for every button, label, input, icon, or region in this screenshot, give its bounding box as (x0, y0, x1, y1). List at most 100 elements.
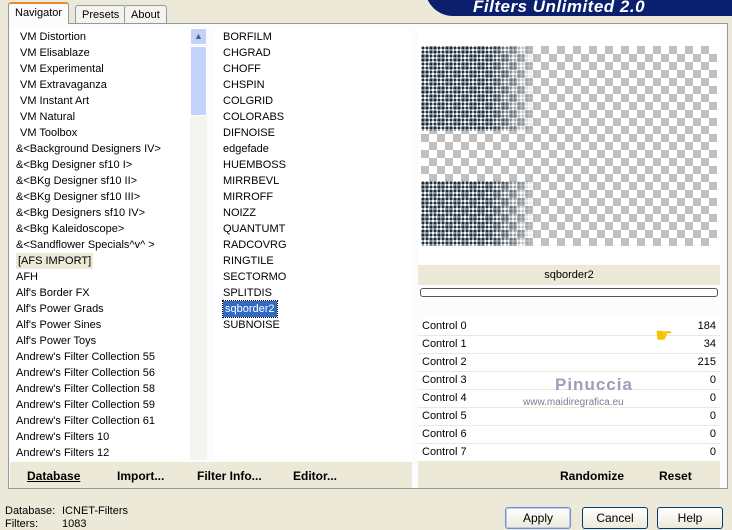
category-item[interactable]: Alf's Power Toys (10, 333, 190, 349)
category-item[interactable]: &<Bkg Kaleidoscope> (10, 221, 190, 237)
category-item[interactable]: Andrew's Filter Collection 55 (10, 349, 190, 365)
filter-item-label: RINGTILE (223, 255, 274, 267)
preview-area (418, 28, 720, 264)
category-item[interactable]: VM Experimental (10, 61, 190, 77)
category-item[interactable]: &<BKg Designer sf10 III> (10, 189, 190, 205)
category-item-label: &<Bkg Kaleidoscope> (16, 223, 125, 235)
control-slider-2[interactable]: Control 2 215 (418, 354, 720, 372)
category-item[interactable]: Andrew's Filter Collection 58 (10, 381, 190, 397)
filter-item[interactable]: RINGTILE (214, 253, 412, 269)
control-label: Control 7 (422, 446, 467, 458)
status-database-label: Database: (5, 505, 56, 517)
category-item-label: VM Extravaganza (20, 79, 107, 91)
filter-item-label: QUANTUMT (223, 223, 286, 235)
filter-item-label: HUEMBOSS (223, 159, 286, 171)
category-item[interactable]: &<Bkg Designer sf10 I> (10, 157, 190, 173)
category-scrollbar[interactable]: ▲ (190, 28, 207, 460)
control-slider-6[interactable]: Control 6 0 (418, 426, 720, 444)
reset-button[interactable]: Reset (659, 469, 692, 483)
control-label: Control 2 (422, 356, 467, 368)
filter-item[interactable]: CHOFF (214, 61, 412, 77)
filter-item[interactable]: CHSPIN (214, 77, 412, 93)
category-item[interactable]: Alf's Power Grads (10, 301, 190, 317)
category-item[interactable]: Andrew's Filters 12 (10, 445, 190, 461)
category-item-label: VM Distortion (20, 31, 87, 43)
scroll-thumb[interactable] (190, 46, 207, 116)
filter-item[interactable]: RADCOVRG (214, 237, 412, 253)
tab-presets[interactable]: Presets (75, 5, 127, 24)
filter-item-label: CHGRAD (223, 47, 271, 59)
apply-button[interactable]: Apply (505, 507, 571, 529)
category-item-label: Andrew's Filter Collection 58 (16, 383, 156, 395)
filter-item[interactable]: COLORABS (214, 109, 412, 125)
database-button[interactable]: Database (27, 469, 80, 483)
filter-item-label: edgefade (223, 143, 269, 155)
category-item[interactable]: &<Bkg Designers sf10 IV> (10, 205, 190, 221)
control-slider-0[interactable]: Control 0 184 (418, 318, 720, 336)
tab-navigator[interactable]: Navigator (8, 2, 70, 24)
category-item-label: Andrew's Filter Collection 59 (16, 399, 156, 411)
filter-item-label: SPLITDIS (223, 287, 272, 299)
category-item[interactable]: VM Extravaganza (10, 77, 190, 93)
category-item[interactable]: VM Elisablaze (10, 45, 190, 61)
category-item[interactable]: [AFS IMPORT] (10, 253, 190, 269)
category-item-label: &<Background Designers IV> (16, 143, 161, 155)
category-item[interactable]: Alf's Border FX (10, 285, 190, 301)
filter-item[interactable]: CHGRAD (214, 45, 412, 61)
control-slider-5[interactable]: Control 5 0 (418, 408, 720, 426)
category-item[interactable]: &<Background Designers IV> (10, 141, 190, 157)
control-label: Control 4 (422, 392, 467, 404)
cancel-button[interactable]: Cancel (582, 507, 648, 529)
editor-button[interactable]: Editor... (293, 469, 337, 483)
category-item[interactable]: Andrew's Filter Collection 61 (10, 413, 190, 429)
category-list[interactable]: VM Distortion VM Elisablaze VM Experimenta… (10, 29, 190, 461)
category-item-label: Andrew's Filter Collection 61 (16, 415, 156, 427)
category-item[interactable]: Andrew's Filter Collection 59 (10, 397, 190, 413)
category-item-label: VM Toolbox (20, 127, 78, 139)
category-item[interactable]: VM Instant Art (10, 93, 190, 109)
filter-item[interactable]: BORFILM (214, 29, 412, 45)
filter-item-label: BORFILM (223, 31, 272, 43)
category-item[interactable]: &<BKg Designer sf10 II> (10, 173, 190, 189)
filter-item[interactable]: edgefade (214, 141, 412, 157)
filter-item-label: sqborder2 (222, 300, 278, 318)
category-item[interactable]: Andrew's Filters 10 (10, 429, 190, 445)
tab-about[interactable]: About (124, 5, 167, 24)
filter-item[interactable]: MIRRBEVL (214, 173, 412, 189)
category-item[interactable]: AFH (10, 269, 190, 285)
category-item[interactable]: Alf's Power Sines (10, 317, 190, 333)
status-database-value: ICNET-Filters (62, 505, 128, 517)
filter-item[interactable]: MIRROFF (214, 189, 412, 205)
status-filters-label: Filters: (5, 518, 38, 530)
category-item-label: VM Natural (20, 111, 76, 123)
category-item-label: Alf's Power Grads (16, 303, 104, 315)
category-item[interactable]: VM Toolbox (10, 125, 190, 141)
filter-info-button[interactable]: Filter Info... (197, 469, 262, 483)
filter-item[interactable]: SECTORMO (214, 269, 412, 285)
filter-item[interactable]: NOIZZ (214, 205, 412, 221)
category-item[interactable]: Andrew's Filter Collection 56 (10, 365, 190, 381)
category-item-label: &<Bkg Designers sf10 IV> (16, 207, 146, 219)
category-item[interactable]: VM Distortion (10, 29, 190, 45)
help-button[interactable]: Help (657, 507, 723, 529)
category-item-label: Alf's Border FX (16, 287, 90, 299)
control-slider-1[interactable]: Control 1 34 (418, 336, 720, 354)
filter-item[interactable]: COLGRID (214, 93, 412, 109)
filter-list[interactable]: BORFILM CHGRAD CHOFF CHSPIN COLGRID COLORABS D… (214, 29, 412, 461)
filter-item[interactable]: QUANTUMT (214, 221, 412, 237)
category-item-label: Andrew's Filters 12 (16, 447, 110, 459)
filter-item[interactable]: sqborder2 (214, 300, 412, 318)
filter-item-label: SUBNOISE (223, 319, 280, 331)
category-item[interactable]: VM Natural (10, 109, 190, 125)
category-item[interactable]: &<Sandflower Specials^v^ > (10, 237, 190, 253)
randomize-button[interactable]: Randomize (560, 469, 624, 483)
filter-item[interactable]: HUEMBOSS (214, 157, 412, 173)
filter-item[interactable]: SPLITDIS (214, 285, 412, 301)
filter-item[interactable]: SUBNOISE (214, 317, 412, 333)
scroll-up-icon[interactable]: ▲ (190, 28, 207, 45)
filter-item[interactable]: DIFNOISE (214, 125, 412, 141)
category-item-label: Alf's Power Toys (16, 335, 97, 347)
control-slider-7[interactable]: Control 7 0 (418, 444, 720, 462)
import-button[interactable]: Import... (117, 469, 164, 483)
progress-bar (420, 288, 718, 297)
